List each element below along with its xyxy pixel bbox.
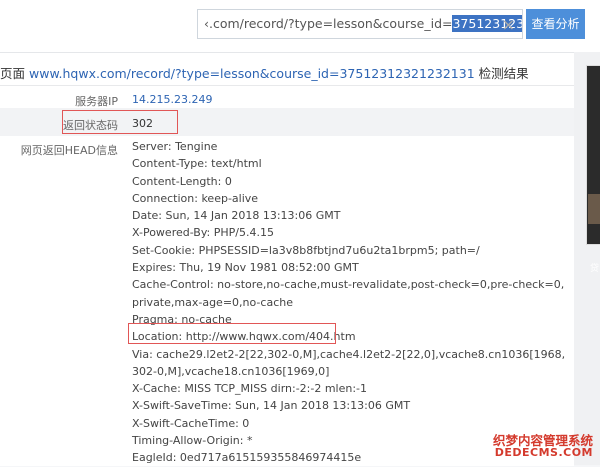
divider <box>0 85 574 86</box>
head-line: Content-Length: 0 <box>132 174 232 188</box>
head-line: Expires: Thu, 19 Nov 1981 08:52:00 GMT <box>132 261 359 275</box>
search-text-before: ‹.com/record/?type=lesson&course_id= <box>204 16 453 31</box>
head-line: Cache-Control: no-store,no-cache,must-re… <box>132 278 565 309</box>
head-line: Set-Cookie: PHPSESSID=la3v8b8fbtjnd7u6u2… <box>132 243 480 257</box>
status-highlight-box <box>62 110 178 134</box>
result-header: 页面 www.hqwx.com/record/?type=lesson&cours… <box>0 63 529 82</box>
url-search-input[interactable]: ‹.com/record/?type=lesson&course_id=3751… <box>197 9 523 39</box>
sidebar-thumbnail[interactable]: 贷 <box>586 65 600 274</box>
header-suffix: 检测结果 <box>478 66 529 81</box>
head-info-list: Server: Tengine Content-Type: text/html … <box>132 138 568 467</box>
head-info-label: 网页返回HEAD信息 <box>20 144 118 157</box>
server-ip-label: 服务器IP <box>75 95 118 108</box>
watermark: 织梦内容管理系统 DEDECMS.COM <box>487 430 597 462</box>
search-input-text[interactable]: ‹.com/record/?type=lesson&course_id=3751… <box>204 15 522 32</box>
thumbnail-label: 贷 <box>590 264 600 274</box>
head-line: Date: Sun, 14 Jan 2018 13:13:06 GMT <box>132 209 341 223</box>
top-bar: ‹.com/record/?type=lesson&course_id=3751… <box>0 0 600 52</box>
thumbnail-figure <box>588 194 600 224</box>
server-ip-value[interactable]: 14.215.23.249 <box>132 93 212 106</box>
head-line: Connection: keep-alive <box>132 191 259 205</box>
head-line: X-Swift-SaveTime: Sun, 14 Jan 2018 13:13… <box>132 399 411 413</box>
watermark-line2: DEDECMS.COM <box>494 446 593 459</box>
head-line: Content-Type: text/html <box>132 157 262 171</box>
head-line: X-Powered-By: PHP/5.4.15 <box>132 226 274 240</box>
location-highlight-box <box>128 323 336 344</box>
header-url-link[interactable]: www.hqwx.com/record/?type=lesson&course_… <box>29 66 475 81</box>
header-prefix: 页面 <box>0 66 26 81</box>
analyze-button[interactable]: 查看分析 <box>526 9 585 39</box>
head-line: Via: cache29.l2et2-2[22,302-0,M],cache4.… <box>132 347 566 378</box>
head-line: X-Cache: MISS TCP_MISS dirn:-2:-2 mlen:-… <box>132 382 368 396</box>
clear-icon[interactable]: × <box>502 15 515 34</box>
head-line: Server: Tengine <box>132 140 218 153</box>
